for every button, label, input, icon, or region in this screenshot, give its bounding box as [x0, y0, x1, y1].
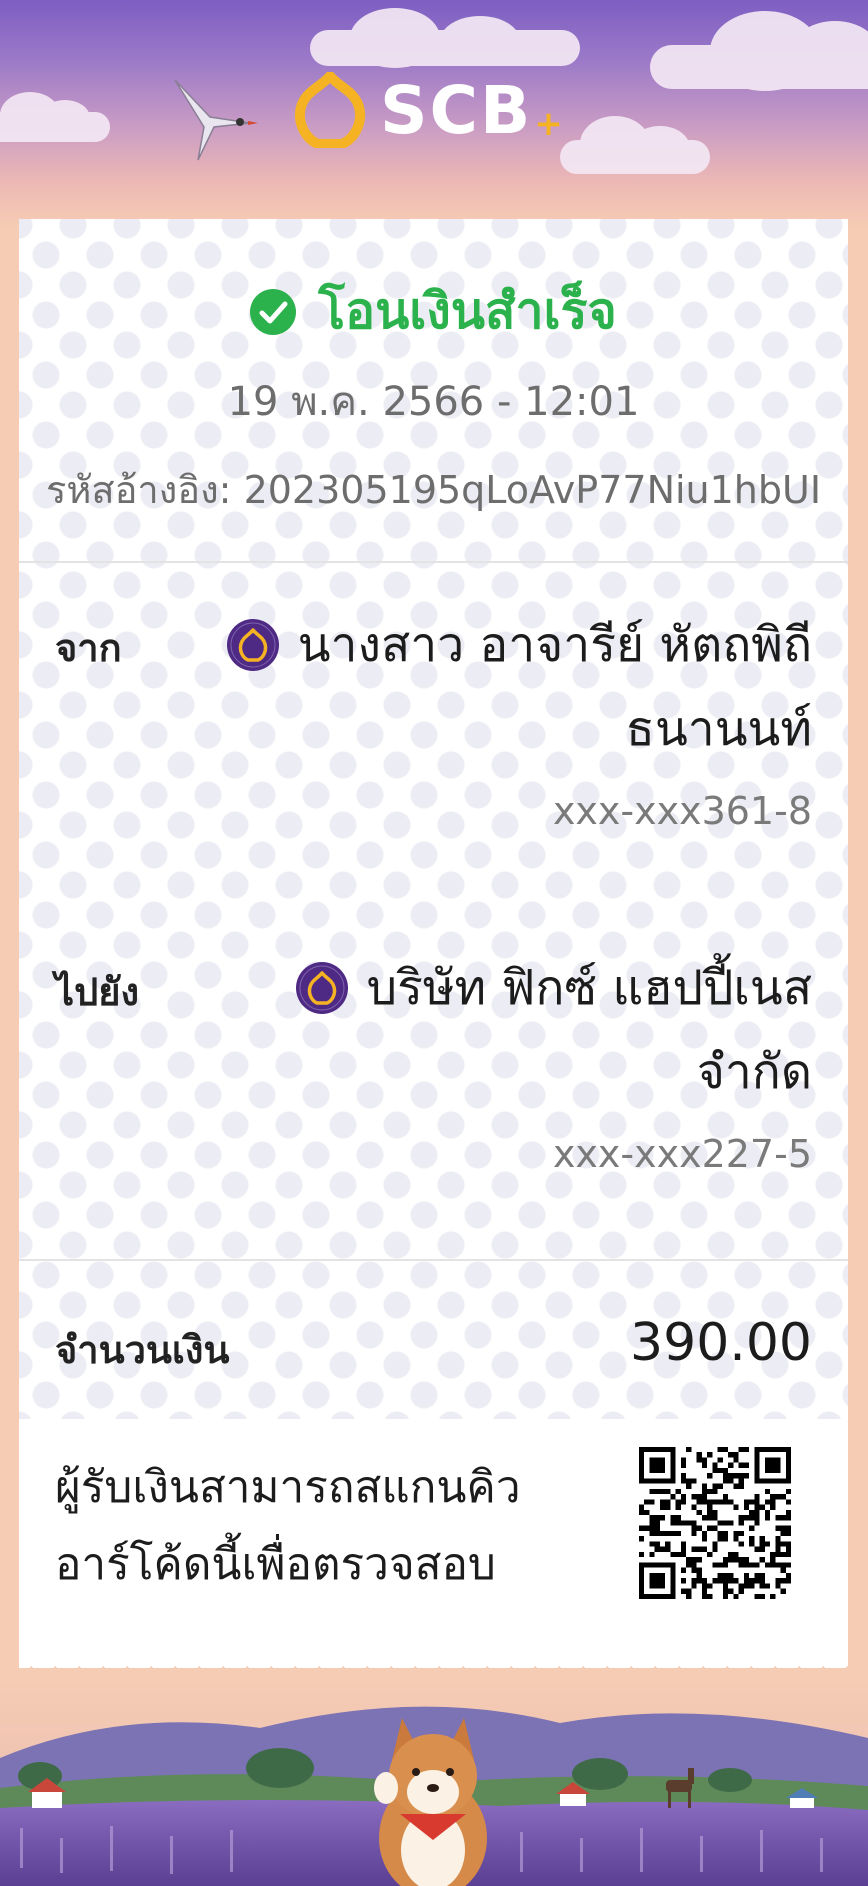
cloud-decoration — [310, 8, 580, 68]
verify-section: ผู้รับเงินสามารถสแกนคิว อาร์โค้ดนี้เพื่อ… — [19, 1419, 848, 1659]
scb-logo-icon — [295, 72, 365, 148]
transaction-datetime: 19 พ.ค. 2566 - 12:01 — [227, 379, 640, 425]
verify-text: ผู้รับเงินสามารถสแกนคิว อาร์โค้ดนี้เพื่อ… — [55, 1449, 555, 1603]
to-label: ไปยัง — [55, 970, 140, 1014]
bird-icon — [174, 79, 258, 161]
amount-label: จำนวนเงิน — [55, 1328, 230, 1372]
scb-bank-icon — [295, 962, 348, 1014]
cloud-decoration — [0, 92, 110, 142]
header-banner: SCB + — [0, 0, 868, 230]
transfer-status: โอนเงินสำเร็จ — [318, 282, 617, 340]
status-row: โอนเงินสำเร็จ — [19, 272, 848, 351]
from-name-cont: ธนานนท์ — [625, 701, 812, 757]
verify-text-line2: อาร์โค้ดนี้เพื่อตรวจสอบ — [55, 1539, 496, 1590]
scb-logo: SCB + — [294, 70, 563, 150]
from-party: นางสาว อาจารีย์ หัตถพิถี ธนานนท์ xxx-xxx… — [192, 603, 812, 833]
cloud-decoration — [560, 116, 710, 174]
landscape-illustration — [0, 1668, 868, 1886]
divider — [19, 561, 848, 563]
brand-plus: + — [534, 104, 563, 144]
from-account-number: xxx-xxx361-8 — [552, 789, 812, 833]
check-circle-icon — [250, 288, 297, 335]
receipt-card: โอนเงินสำเร็จ 19 พ.ค. 2566 - 12:01 รหัสอ… — [19, 219, 848, 1659]
verify-text-line1: ผู้รับเงินสามารถสแกนคิว — [55, 1462, 521, 1513]
amount-value: 390.00 — [630, 1313, 812, 1373]
scb-bank-icon — [226, 619, 279, 671]
cloud-decoration — [650, 11, 868, 91]
reference-row: รหัสอ้างอิง: 202305195qLoAvP77Niu1hbUI — [19, 459, 848, 520]
receipt-screen: SCB + โอนเงินสำเร็จ 19 พ.ค. 2566 - 12:01… — [0, 0, 868, 1886]
to-name-cont: จำกัด — [696, 1044, 812, 1100]
reference-value: 202305195qLoAvP77Niu1hbUI — [243, 468, 822, 512]
qr-code-icon[interactable] — [639, 1447, 791, 1599]
brand-name: SCB — [380, 71, 533, 149]
from-name: นางสาว อาจารีย์ หัตถพิถี — [297, 617, 812, 673]
from-label: จาก — [55, 626, 122, 670]
to-name: บริษัท ฟิกซ์ แฮปปี้เนส — [366, 960, 812, 1016]
reference-label: รหัสอ้างอิง: — [45, 468, 232, 512]
divider — [19, 1259, 848, 1261]
to-party: บริษัท ฟิกซ์ แฮปปี้เนส จำกัด xxx-xxx227-… — [192, 946, 812, 1176]
to-account-number: xxx-xxx227-5 — [552, 1132, 812, 1176]
